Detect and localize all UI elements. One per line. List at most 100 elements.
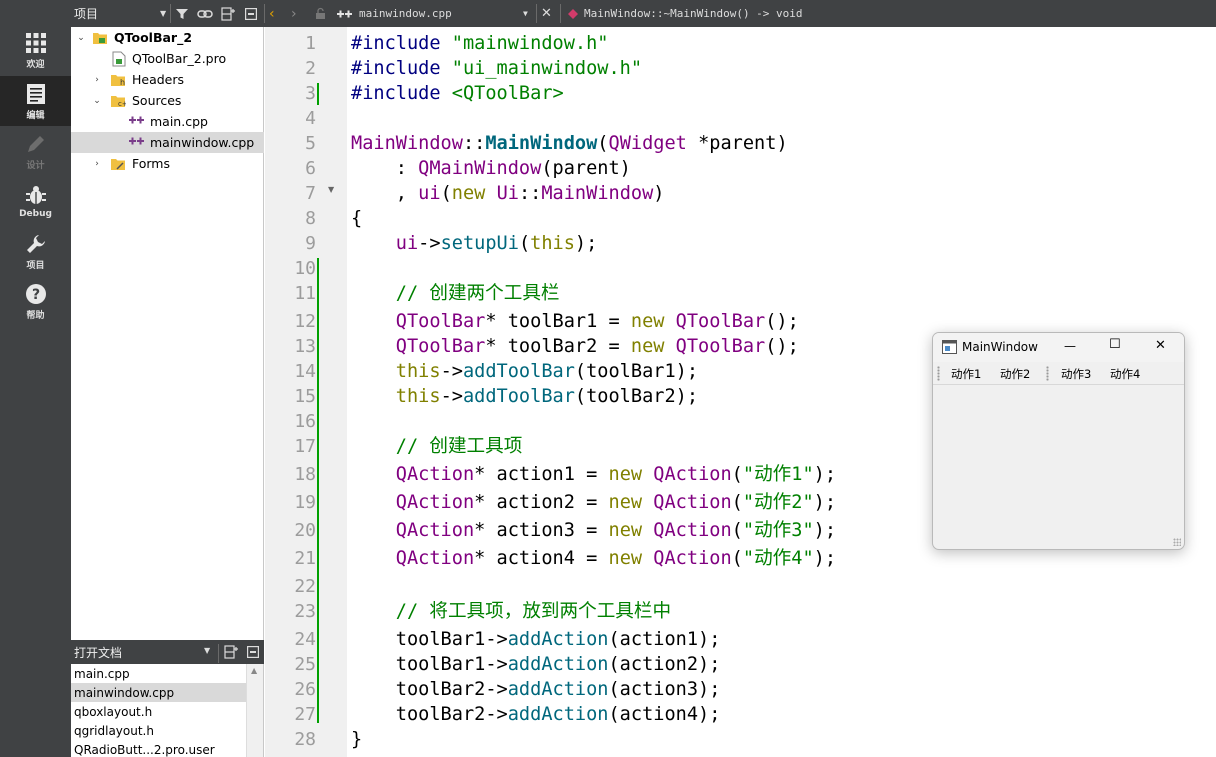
chevron-down-icon[interactable]: ▼ [204,646,210,655]
window-title: MainWindow [962,340,1038,354]
mode-design-label: 设计 [26,160,45,171]
code-line: QAction* action2 = new QAction("动作2"); [395,492,837,513]
window-title-bar[interactable]: MainWindow — ☐ ✕ [933,333,1184,362]
mode-design[interactable]: 设计 [0,126,71,176]
svg-text:h: h [120,78,125,87]
code-line: toolBar1->addAction(action1); [351,629,721,650]
code-line: MainWindow::MainWindow(QWidget *parent) [351,133,788,154]
line-number: 17 [294,436,316,457]
mode-bar: 欢迎 编辑 设计 Debug 项目 ? 帮助 [0,0,71,757]
code-line: toolBar2->addAction(action3); [351,679,721,700]
mode-debug-label: Debug [19,209,52,219]
mode-welcome-label: 欢迎 [26,59,45,70]
close-panel-icon[interactable] [245,0,261,27]
code-line: // 创建两个工具栏 [395,283,560,304]
scroll-up-icon[interactable]: ▲ [251,666,257,675]
edit-document-icon [24,82,48,106]
tree-item-mainwindow-cpp[interactable]: mainwindow.cpp [71,132,264,153]
chevron-right-icon[interactable]: › [92,75,102,85]
code-line: #include "ui_mainwindow.h" [351,58,643,79]
mode-projects[interactable]: 项目 [0,226,71,276]
chevron-down-icon[interactable]: ⌄ [92,96,102,106]
code-line: : QMainWindow(parent) [351,158,631,179]
tree-item-label: Headers [132,72,185,87]
toolbar-grip-icon[interactable] [937,366,940,381]
forward-icon[interactable]: › [291,0,305,27]
grid-icon [24,31,48,55]
chevron-down-icon: ▼ [523,9,528,18]
back-icon[interactable]: ‹ [269,0,283,27]
code-line: this->addToolBar(toolBar2); [395,386,699,407]
action-button[interactable]: 动作1 [951,365,981,382]
mode-help-label: 帮助 [26,310,45,321]
headers-folder-icon: h [110,72,126,88]
code-line: #include "mainwindow.h" [351,33,609,54]
filter-icon[interactable] [175,0,193,27]
scrollbar[interactable]: ▲ [246,664,263,757]
sources-folder-icon: c+ [110,93,128,109]
tree-item-pro-file[interactable]: QToolBar_2.pro [71,48,264,69]
mode-edit-label: 编辑 [26,110,45,121]
split-icon[interactable] [221,0,239,27]
line-number: 6 [305,158,316,179]
mode-help[interactable]: ? 帮助 [0,276,71,326]
line-number: 22 [294,576,316,597]
tree-item-main-cpp[interactable]: main.cpp [71,111,264,132]
change-marker [317,258,319,723]
split-icon[interactable] [224,645,238,662]
tree-item-forms[interactable]: › Forms [71,153,264,174]
cpp-file-icon [129,135,145,151]
toolbar-grip-icon[interactable] [1046,366,1049,381]
tree-item-project[interactable]: ⌄ QToolBar_2 [71,27,264,48]
chevron-down-icon[interactable]: ⌄ [76,33,86,43]
code-line: , ui(new Ui::MainWindow) [351,183,665,204]
open-document-item[interactable]: mainwindow.cpp [71,683,247,702]
project-tree: ⌄ QToolBar_2 QToolBar_2.pro › h Headers … [71,27,264,640]
open-document-item[interactable]: qgridlayout.h [71,721,247,740]
code-line: // 将工具项，放到两个工具栏中 [395,601,672,622]
tree-item-headers[interactable]: › h Headers [71,69,264,90]
wrench-icon [24,232,48,256]
panel-selector[interactable]: 项目 ▼ [74,0,169,27]
resize-grip-icon[interactable] [1173,538,1181,546]
code-line: QAction* action1 = new QAction("动作1"); [395,464,837,485]
chevron-right-icon[interactable]: › [92,159,102,169]
app-window-icon [942,340,957,357]
close-icon[interactable]: ✕ [1155,338,1166,353]
action-button[interactable]: 动作4 [1110,365,1140,382]
tree-item-label: mainwindow.cpp [150,135,255,150]
mode-welcome[interactable]: 欢迎 [0,25,71,75]
svg-text:c+: c+ [118,100,126,108]
line-number: 15 [294,386,316,407]
code-line: toolBar1->addAction(action2); [351,654,721,675]
mode-edit[interactable]: 编辑 [0,76,71,126]
line-number: 27 [294,704,316,725]
maximize-icon[interactable]: ☐ [1109,337,1121,352]
minimize-icon[interactable]: — [1064,339,1076,353]
code-line: // 创建工具项 [395,436,523,457]
line-number: 9 [305,233,316,254]
action-button[interactable]: 动作3 [1061,365,1091,382]
change-marker [317,83,319,105]
close-panel-icon[interactable] [247,646,260,661]
symbol-selector[interactable]: MainWindow::~MainWindow() -> void [584,0,884,27]
open-document-item[interactable]: QRadioButt...2.pro.user [71,740,247,757]
link-icon[interactable] [197,0,215,27]
open-file-name: mainwindow.cpp [359,7,452,20]
chevron-down-icon: ▼ [160,9,167,18]
open-document-item[interactable]: qboxlayout.h [71,702,247,721]
svg-text:?: ? [31,287,39,303]
action-button[interactable]: 动作2 [1000,365,1030,382]
open-file-selector[interactable]: mainwindow.cpp ▼ [359,0,529,27]
open-document-item[interactable]: main.cpp [71,664,247,683]
mode-debug[interactable]: Debug [0,176,71,226]
tree-item-sources[interactable]: ⌄ c+ Sources [71,90,264,111]
code-line: #include <QToolBar> [351,83,564,104]
code-line: QAction* action4 = new QAction("动作4"); [395,548,837,569]
cpp-file-icon [129,114,145,130]
line-number: 14 [294,361,316,382]
close-document-icon[interactable]: ✕ [541,0,555,27]
code-line: QAction* action3 = new QAction("动作3"); [395,520,837,541]
line-number: 25 [294,654,316,675]
fold-arrow-icon[interactable]: ▼ [328,185,334,194]
